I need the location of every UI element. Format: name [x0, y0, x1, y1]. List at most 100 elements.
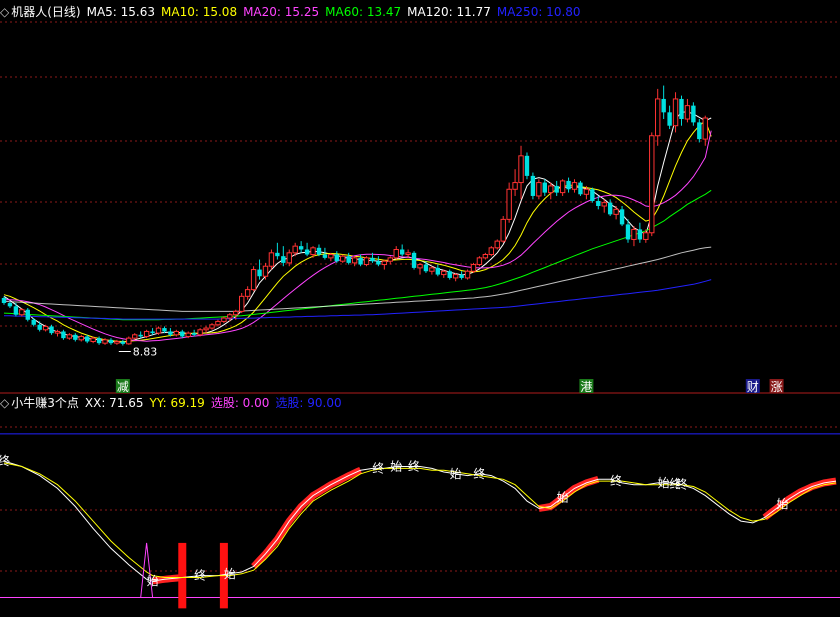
indicator-legend-item-0: XX: 71.65: [84, 396, 144, 410]
candle: [61, 329, 66, 340]
candle-body: [643, 232, 649, 240]
signal-marker-11: 始: [658, 476, 670, 490]
indicator-collapse-icon[interactable]: ◇: [0, 396, 9, 410]
main-legend-item-0: MA5: 15.63: [86, 5, 156, 19]
candle: [542, 179, 547, 196]
candle-body: [310, 247, 316, 256]
indicator-title: 小牛赚3个点: [11, 396, 79, 410]
candle: [13, 303, 19, 317]
main-chart-title: 机器人(日线): [11, 5, 81, 19]
candle: [536, 179, 542, 200]
candle-body: [250, 269, 257, 291]
candle: [275, 242, 280, 260]
candle-body: [275, 252, 280, 257]
candle: [108, 338, 114, 345]
candle-body: [73, 334, 78, 340]
candle-body: [667, 112, 672, 126]
candle: [697, 119, 702, 143]
candle-body: [173, 330, 180, 336]
candle: [19, 308, 25, 317]
candle-body: [143, 330, 150, 337]
candle: [387, 256, 393, 265]
candle: [215, 319, 221, 327]
candle-body: [61, 331, 66, 339]
signal-marker-6: 终: [408, 459, 420, 474]
chart-app: 8.83 减港财涨终始终始终始终始终始终始终终始 ◇ 机器人(日线) MA5: 15.…: [0, 0, 840, 617]
candle-body: [239, 295, 245, 312]
signal-marker-9: 始: [557, 490, 569, 504]
candle-body: [197, 329, 203, 336]
candle: [566, 177, 571, 193]
candle: [180, 329, 185, 339]
event-label-text: 港: [580, 380, 592, 394]
indicator-legend-item-1: YY: 69.19: [149, 396, 205, 410]
candle: [363, 256, 370, 267]
candle: [452, 272, 459, 282]
candle-body: [578, 182, 583, 195]
candle-body: [536, 182, 542, 197]
candle-body: [66, 334, 73, 339]
indicator-legend-item-3: 选股: 90.00: [275, 396, 342, 410]
candle-body: [405, 252, 411, 256]
candle: [667, 105, 672, 130]
event-label-2: 财: [745, 379, 760, 394]
candle-body: [126, 337, 132, 345]
candle-body: [376, 261, 381, 265]
candle-body: [488, 247, 495, 256]
candle-body: [684, 105, 691, 120]
candle-body: [7, 303, 13, 307]
candle: [464, 269, 471, 280]
candle-body: [590, 189, 595, 201]
candle-body: [108, 339, 114, 344]
candle-body: [524, 155, 530, 176]
candle: [691, 102, 696, 126]
candle: [476, 256, 483, 267]
candle-body: [31, 319, 36, 325]
red-signal-segment-3: [762, 477, 837, 521]
candle: [257, 259, 262, 280]
candle-body: [322, 254, 328, 258]
candle-body: [316, 247, 322, 255]
main-legend-item-4: MA120: 11.77: [407, 5, 491, 19]
candle-body: [85, 336, 90, 342]
candle: [548, 182, 554, 200]
candle-body: [114, 340, 120, 344]
candle-body: [298, 246, 304, 250]
candle: [239, 292, 245, 314]
candle-body: [512, 182, 518, 190]
chart-canvas[interactable]: 8.83减港财涨终始终始终始终始 终始终始终终始: [0, 0, 840, 617]
candle-body: [334, 254, 339, 262]
candle-body: [637, 229, 643, 240]
candle-body: [19, 309, 25, 316]
candle-body: [281, 256, 286, 263]
candle: [512, 169, 518, 196]
candle-body: [399, 249, 405, 255]
event-label-text: 财: [747, 380, 759, 394]
signal-marker-3: 始: [224, 567, 236, 581]
signal-marker-2: 终: [194, 568, 206, 583]
candle-body: [244, 289, 251, 297]
main-legend-item-3: MA60: 13.47: [325, 5, 402, 19]
candle-body: [203, 327, 209, 331]
candle: [316, 244, 322, 257]
candle-body: [215, 320, 221, 326]
candle: [298, 241, 304, 253]
candle: [31, 318, 36, 327]
candle-body: [625, 224, 631, 240]
candle-body: [476, 257, 483, 266]
candle-body: [351, 257, 358, 264]
candle: [578, 180, 583, 196]
candle-body: [411, 252, 417, 268]
signal-marker-4: 终: [372, 460, 384, 475]
candle: [459, 271, 464, 280]
candle: [7, 301, 13, 309]
candle-body: [155, 327, 162, 334]
candle-body: [54, 330, 61, 334]
event-label-3: 涨: [769, 379, 784, 394]
candle-body: [340, 255, 346, 262]
candle-body: [381, 260, 388, 266]
event-label-text: 涨: [771, 379, 783, 394]
signal-marker-14: 始: [777, 497, 789, 511]
main-collapse-icon[interactable]: ◇: [0, 5, 9, 19]
candle-body: [500, 218, 506, 242]
